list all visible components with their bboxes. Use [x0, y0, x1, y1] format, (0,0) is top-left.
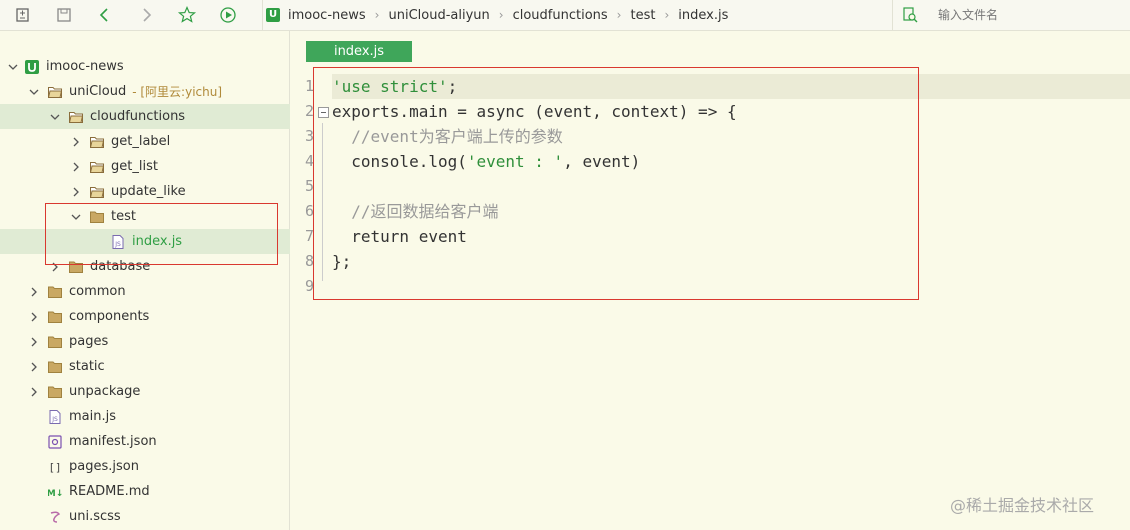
tree-item-label: update_like: [111, 184, 186, 199]
line-number: 2: [304, 102, 314, 120]
folder-icon: [48, 310, 62, 324]
breadcrumb: U imooc-news › uniCloud-aliyun › cloudfu…: [262, 0, 878, 30]
tree-item-readme-md[interactable]: M↓ README.md: [0, 479, 329, 504]
file-search-input[interactable]: [936, 7, 1120, 23]
folder-open-icon: [48, 85, 62, 99]
star-icon[interactable]: [177, 5, 197, 25]
chevron-right-icon[interactable]: [28, 361, 40, 373]
project-icon: [25, 59, 39, 74]
breadcrumb-item-project[interactable]: imooc-news: [288, 8, 366, 23]
scss-file-icon: [48, 510, 62, 524]
folder-open-icon: [69, 110, 83, 124]
tree-item-cloudfunctions[interactable]: cloudfunctions: [0, 104, 338, 129]
tree-item-label: get_list: [111, 159, 158, 174]
breadcrumb-separator: ›: [374, 8, 380, 22]
tree-item-label: pages.json: [69, 459, 139, 474]
tree-item-pages[interactable]: pages: [0, 329, 317, 354]
breadcrumb-separator: ›: [498, 8, 504, 22]
forward-icon[interactable]: [136, 5, 156, 25]
breadcrumb-separator: ›: [616, 8, 622, 22]
chevron-right-icon[interactable]: [70, 186, 82, 198]
svg-text:JS: JS: [51, 416, 58, 423]
tree-item-label: unpackage: [69, 384, 141, 399]
tree-item-main-js[interactable]: JS main.js: [0, 404, 329, 429]
project-logo-icon: U: [266, 8, 280, 22]
file-search: [892, 0, 1130, 30]
cloud-function-folder-icon: [90, 185, 104, 199]
tree-item-label: README.md: [69, 484, 150, 499]
tree-item-label: cloudfunctions: [90, 109, 186, 124]
tree-item-unpackage[interactable]: unpackage: [0, 379, 317, 404]
json-file-icon: []: [48, 460, 62, 474]
cloud-provider-note: - [阿里云:yichu]: [132, 85, 223, 99]
cloud-function-folder-icon: [90, 160, 104, 174]
chevron-right-icon[interactable]: [28, 336, 40, 348]
annotation-box-sidebar: [45, 203, 278, 265]
tree-item-imooc-news[interactable]: imooc-news: [0, 54, 296, 79]
line-number: 1: [304, 77, 314, 95]
tree-item-manifest-json[interactable]: manifest.json: [0, 429, 329, 454]
tree-item-label: uni.scss: [69, 509, 121, 524]
run-icon[interactable]: [218, 5, 238, 25]
chevron-down-icon[interactable]: [49, 111, 61, 123]
line-number: 3: [304, 127, 314, 145]
line-number: 5: [304, 177, 314, 195]
line-number: 4: [304, 152, 314, 170]
chevron-right-icon[interactable]: [28, 311, 40, 323]
chevron-down-icon[interactable]: [7, 61, 19, 73]
tree-item-common[interactable]: common: [0, 279, 317, 304]
manifest-file-icon: [48, 434, 62, 449]
chevron-right-icon[interactable]: [28, 286, 40, 298]
chevron-right-icon[interactable]: [70, 136, 82, 148]
cloud-function-folder-icon: [90, 135, 104, 149]
tree-item-pages-json[interactable]: [] pages.json: [0, 454, 329, 479]
markdown-file-icon: M↓: [48, 485, 62, 499]
project-explorer: imooc-news uniCloud - [阿里云:yichu] cloudf…: [0, 31, 392, 530]
tree-item-uni-scss[interactable]: uni.scss: [0, 504, 329, 529]
tree-item-static[interactable]: static: [0, 354, 317, 379]
tree-item-label: static: [69, 359, 105, 374]
tree-item-label: main.js: [69, 409, 116, 424]
line-number: 7: [304, 227, 314, 245]
line-number: 9: [304, 277, 314, 295]
tree-item-label: uniCloud: [69, 84, 127, 99]
line-number: 6: [304, 202, 314, 220]
new-file-icon[interactable]: [13, 5, 33, 25]
breadcrumb-item-test[interactable]: test: [630, 8, 655, 23]
tree-item-unicloud[interactable]: uniCloud - [阿里云:yichu]: [0, 79, 317, 104]
tree-item-components[interactable]: components: [0, 304, 317, 329]
annotation-box-code: [313, 67, 919, 300]
chevron-right-icon[interactable]: [28, 386, 40, 398]
chevron-right-icon[interactable]: [70, 161, 82, 173]
tree-item-label: imooc-news: [46, 59, 124, 74]
tree-item-label: manifest.json: [69, 434, 157, 449]
tree-item-label: components: [69, 309, 150, 324]
breadcrumb-item-unicloud[interactable]: uniCloud-aliyun: [388, 8, 489, 23]
file-search-icon[interactable]: [901, 6, 919, 24]
breadcrumb-item-file[interactable]: index.js: [678, 8, 728, 23]
svg-text:[]: []: [48, 461, 61, 474]
breadcrumb-separator: ›: [664, 8, 670, 22]
folder-icon: [48, 285, 62, 299]
svg-text:M↓: M↓: [48, 489, 62, 499]
breadcrumb-item-cloudfunctions[interactable]: cloudfunctions: [513, 8, 608, 23]
line-number: 8: [304, 252, 314, 270]
folder-icon: [48, 360, 62, 374]
tree-item-label: get_label: [111, 134, 171, 149]
chevron-down-icon[interactable]: [28, 86, 40, 98]
tree-item-label: pages: [69, 334, 109, 349]
top-toolbar: U imooc-news › uniCloud-aliyun › cloudfu…: [0, 0, 1130, 31]
folder-icon: [48, 385, 62, 399]
folder-icon: [48, 335, 62, 349]
watermark: @稀土掘金技术社区: [950, 496, 1095, 515]
tree-item-label: common: [69, 284, 126, 299]
back-icon[interactable]: [95, 5, 115, 25]
js-file-icon: JS: [48, 409, 62, 424]
save-icon[interactable]: [54, 5, 74, 25]
editor-tab-index-js[interactable]: index.js: [306, 41, 412, 62]
